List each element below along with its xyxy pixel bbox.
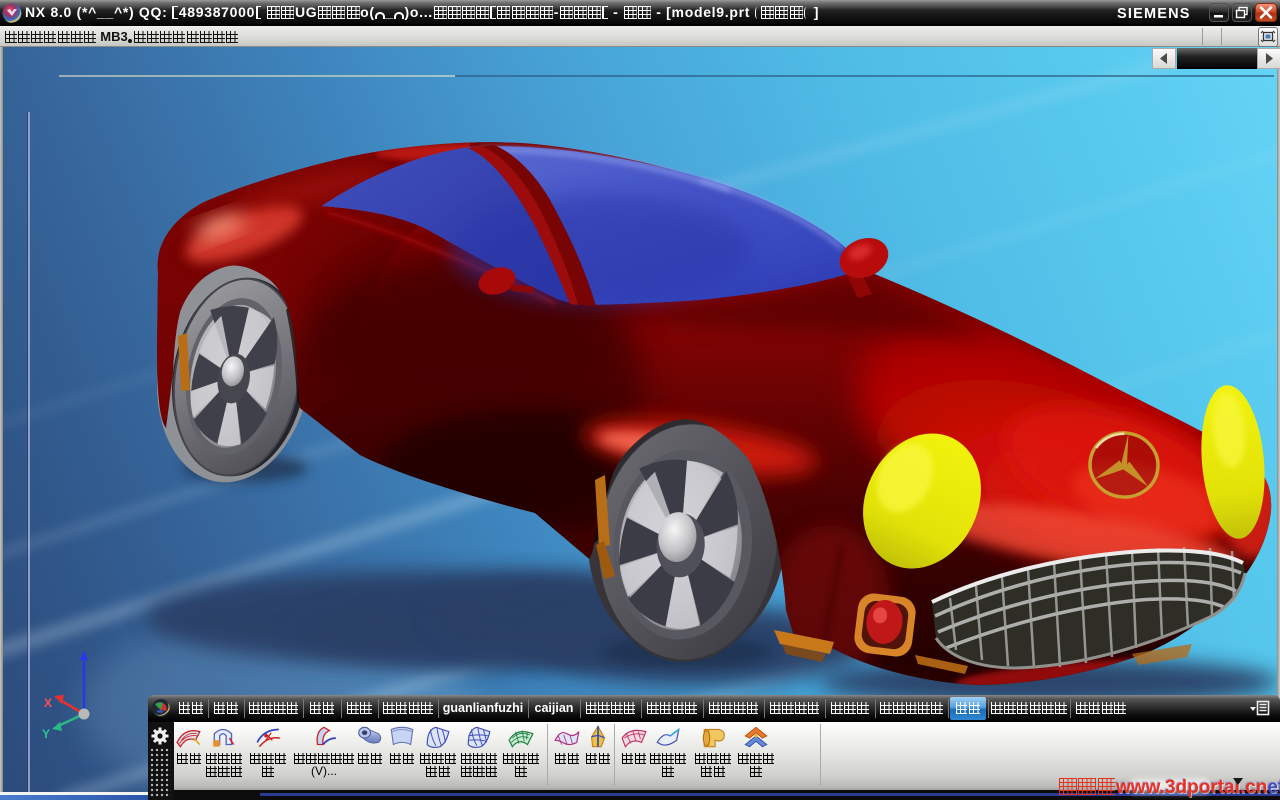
svg-text:X: X: [44, 696, 52, 710]
svg-text:Y: Y: [42, 727, 50, 741]
